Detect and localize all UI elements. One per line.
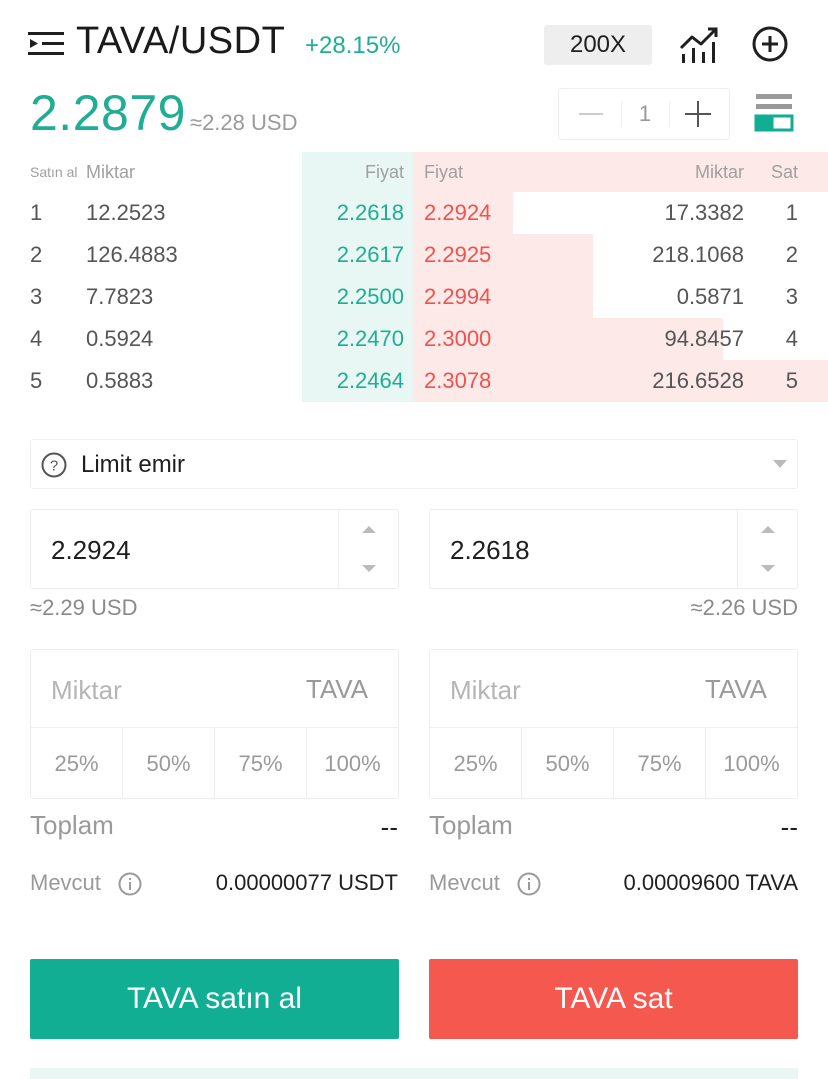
sell-amount-unit: TAVA [704, 674, 767, 704]
price-change: +28.15% [305, 32, 401, 59]
ask-price[interactable]: 2.2994 [424, 276, 491, 318]
ask-qty[interactable]: 216.6528 [600, 360, 744, 402]
buy-total-value: -- [380, 812, 398, 842]
bid-qty[interactable]: 126.4883 [86, 234, 178, 276]
bid-price[interactable]: 2.2617 [302, 234, 404, 276]
add-icon[interactable] [750, 24, 790, 64]
order-type-label: Limit emir [81, 451, 186, 478]
sell-button[interactable]: TAVA sat [429, 959, 798, 1039]
last-price-usd: ≈2.28 USD [190, 110, 298, 135]
chart-icon[interactable] [678, 24, 720, 64]
buy-available-value: 0.00000077 USDT [215, 870, 398, 895]
decrease-button[interactable] [559, 89, 621, 139]
depth-value: 1 [638, 101, 652, 126]
bid-price[interactable]: 2.2618 [302, 192, 404, 234]
ask-qty[interactable]: 218.1068 [600, 234, 744, 276]
buy-percent-50-button[interactable]: 50% [123, 728, 215, 799]
buy-available-label: Mevcut [30, 870, 101, 895]
buy-button[interactable]: TAVA satın al [30, 959, 399, 1039]
ask-price[interactable]: 2.3078 [424, 360, 491, 402]
depth-stepper: 1 [558, 88, 730, 140]
buy-amount-field: TAVA 25% 50% 75% 100% [30, 649, 399, 799]
menu-icon[interactable] [28, 30, 64, 58]
bid-index: 1 [30, 200, 43, 225]
ask-qty[interactable]: 94.8457 [600, 318, 744, 360]
ask-index: 4 [785, 326, 798, 351]
sell-percent-50-button[interactable]: 50% [522, 728, 614, 799]
buy-total-label: Toplam [30, 810, 114, 840]
bid-price-header: Fiyat [364, 162, 404, 182]
sell-price-up-button[interactable] [738, 510, 798, 549]
buy-percent-25-button[interactable]: 25% [31, 728, 123, 799]
last-price: 2.2879 [30, 85, 186, 141]
buy-percent-75-button[interactable]: 75% [215, 728, 307, 799]
bid-qty[interactable]: 12.2523 [86, 192, 166, 234]
info-icon[interactable] [118, 872, 142, 896]
bid-qty[interactable]: 0.5924 [86, 318, 153, 360]
ask-index: 2 [785, 242, 798, 267]
ask-price[interactable]: 2.2925 [424, 234, 491, 276]
buy-percent-row: 25% 50% 75% 100% [31, 727, 398, 799]
sell-price-down-button[interactable] [738, 549, 798, 588]
increase-button[interactable] [667, 89, 729, 139]
buy-price-field [30, 509, 399, 589]
bid-index: 4 [30, 326, 43, 351]
buy-qty-header: Miktar [86, 162, 135, 182]
sell-total-value: -- [780, 812, 798, 842]
sell-price-usd: ≈2.26 USD [690, 595, 798, 620]
ask-price[interactable]: 2.3000 [424, 318, 491, 360]
bottom-panel-edge [30, 1068, 798, 1079]
sell-amount-input[interactable] [450, 674, 680, 706]
buy-price-down-button[interactable] [339, 549, 399, 588]
caret-down-icon [773, 460, 787, 468]
ask-price-header: Fiyat [424, 162, 464, 182]
info-icon[interactable] [517, 872, 541, 896]
ask-index: 1 [785, 200, 798, 225]
leverage-button[interactable]: 200X [544, 25, 652, 65]
bid-price[interactable]: 2.2500 [302, 276, 404, 318]
order-type-select[interactable]: ? Limit emir [30, 439, 798, 489]
sell-percent-75-button[interactable]: 75% [614, 728, 706, 799]
ask-index: 5 [785, 368, 798, 393]
buy-price-spinner [338, 510, 398, 588]
ask-price[interactable]: 2.2924 [424, 192, 491, 234]
buy-column-header: Satın al [30, 164, 78, 180]
bid-qty[interactable]: 0.5883 [86, 360, 153, 402]
bid-price[interactable]: 2.2470 [302, 318, 404, 360]
sell-percent-25-button[interactable]: 25% [430, 728, 522, 799]
help-icon[interactable]: ? [41, 452, 67, 478]
pair-title[interactable]: TAVA/USDT [76, 20, 285, 63]
bid-index: 5 [30, 368, 43, 393]
sell-available-value: 0.00009600 TAVA [623, 870, 798, 895]
buy-amount-input[interactable] [51, 674, 281, 706]
sell-total-label: Toplam [429, 810, 513, 840]
sell-price-input[interactable] [450, 534, 730, 566]
layout-toggle-icon[interactable] [750, 90, 798, 138]
ask-qty[interactable]: 0.5871 [600, 276, 744, 318]
buy-price-usd: ≈2.29 USD [30, 595, 138, 620]
sell-price-field [429, 509, 798, 589]
sell-percent-100-button[interactable]: 100% [706, 728, 797, 799]
sell-available-label: Mevcut [429, 870, 500, 895]
buy-percent-100-button[interactable]: 100% [307, 728, 398, 799]
ask-index: 3 [785, 284, 798, 309]
bid-index: 3 [30, 284, 43, 309]
buy-price-input[interactable] [51, 534, 331, 566]
ask-qty[interactable]: 17.3382 [600, 192, 744, 234]
sell-price-spinner [737, 510, 797, 588]
sell-amount-field: TAVA 25% 50% 75% 100% [429, 649, 798, 799]
buy-price-up-button[interactable] [339, 510, 399, 549]
bid-qty[interactable]: 7.7823 [86, 276, 153, 318]
sell-percent-row: 25% 50% 75% 100% [430, 727, 797, 799]
buy-amount-unit: TAVA [305, 674, 368, 704]
bid-price[interactable]: 2.2464 [302, 360, 404, 402]
header: TAVA/USDT +28.15% 200X [0, 0, 828, 88]
bid-index: 2 [30, 242, 43, 267]
ask-qty-header: Miktar [695, 162, 744, 182]
svg-text:?: ? [50, 458, 58, 475]
sell-column-header: Sat [770, 162, 798, 182]
